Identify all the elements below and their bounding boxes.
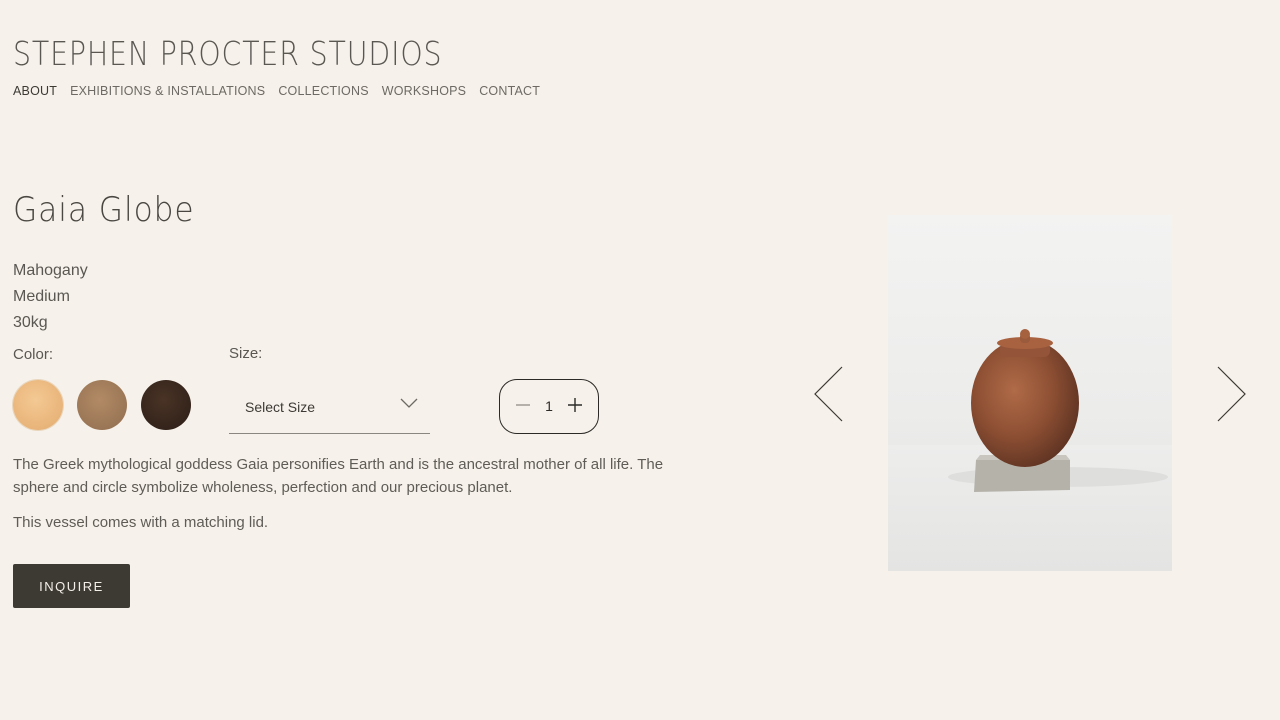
chevron-down-icon bbox=[400, 396, 418, 414]
nav-contact[interactable]: CONTACT bbox=[479, 84, 540, 98]
inquire-button[interactable]: INQUIRE bbox=[13, 564, 130, 608]
chevron-left-icon[interactable] bbox=[812, 365, 844, 428]
size-label: Size: bbox=[229, 345, 263, 362]
product-description: The Greek mythological goddess Gaia pers… bbox=[13, 453, 673, 546]
nav-workshops[interactable]: WORKSHOPS bbox=[382, 84, 466, 98]
description-lid-note: This vessel comes with a matching lid. bbox=[13, 514, 269, 531]
product-image bbox=[888, 215, 1172, 571]
color-swatch-light[interactable] bbox=[13, 380, 63, 430]
spec-material: Mahogany bbox=[13, 262, 88, 279]
nav-about[interactable]: ABOUT bbox=[13, 84, 57, 98]
nav-exhibitions[interactable]: EXHIBITIONS & INSTALLATIONS bbox=[70, 84, 265, 98]
chevron-right-icon[interactable] bbox=[1216, 365, 1248, 428]
color-swatch-dark[interactable] bbox=[141, 380, 191, 430]
description-paragraph: The Greek mythological goddess Gaia pers… bbox=[13, 456, 664, 496]
spec-weight: 30kg bbox=[13, 314, 48, 331]
nav-collections[interactable]: COLLECTIONS bbox=[278, 84, 368, 98]
spec-size: Medium bbox=[13, 288, 70, 305]
brand-logo[interactable]: STEPHEN PROCTER STUDIOS bbox=[13, 34, 442, 73]
plus-icon[interactable] bbox=[568, 398, 582, 417]
product-title: Gaia Globe bbox=[13, 190, 195, 230]
main-nav: ABOUT EXHIBITIONS & INSTALLATIONS COLLEC… bbox=[13, 84, 540, 98]
product-specs: Mahogany Medium 30kg bbox=[13, 258, 88, 336]
quantity-value: 1 bbox=[545, 398, 553, 414]
color-swatches bbox=[13, 380, 191, 430]
quantity-stepper: 1 bbox=[499, 379, 599, 434]
size-select-value: Select Size bbox=[245, 399, 316, 415]
size-select[interactable]: Select Size bbox=[229, 380, 430, 434]
color-swatch-medium[interactable] bbox=[77, 380, 127, 430]
color-label: Color: bbox=[13, 346, 54, 363]
